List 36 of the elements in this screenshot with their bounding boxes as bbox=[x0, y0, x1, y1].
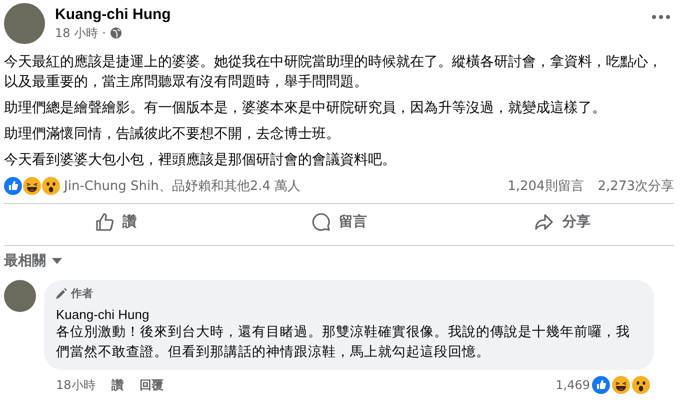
laughing-reaction-icon bbox=[23, 177, 41, 195]
caret-icon bbox=[52, 258, 62, 264]
reply-link[interactable]: 回覆 bbox=[139, 376, 164, 394]
commenter-avatar[interactable] bbox=[4, 280, 36, 312]
share-arrow-icon bbox=[534, 212, 554, 232]
post-paragraph: 今天看到婆婆大包小包，裡頭應該是那個研討會的會議資料吧。 bbox=[4, 151, 397, 170]
comment-button[interactable]: 留言 bbox=[227, 211, 451, 233]
more-options-icon[interactable] bbox=[652, 15, 670, 19]
comment-text: 各位別激動！後來到台大時，還有目睹過。那雙涼鞋確實很像。我說的傳說是十幾年前囉，我們當然不敢查證。但看到那講話的神情跟涼鞋，馬上就勾起這段回憶。 bbox=[56, 323, 631, 362]
speech-bubble-icon bbox=[310, 212, 331, 232]
comment-time[interactable]: 18小時 bbox=[56, 376, 96, 394]
laughing-reaction-icon bbox=[612, 376, 630, 394]
surprised-reaction-icon bbox=[632, 376, 650, 394]
surprised-reaction-icon bbox=[42, 177, 60, 195]
post-paragraph: 今天最紅的應該是捷運上的婆婆。她從我在中研院當助理的時候就在了。縱橫各研討會，拿資料，吃點心，以及最重要的，當主席問聽眾有沒有問題時，舉手問問題。 bbox=[4, 53, 663, 92]
like-reaction-icon bbox=[592, 376, 610, 394]
thumbs-up-icon bbox=[94, 212, 115, 232]
sort-dropdown[interactable]: 最相關 bbox=[4, 252, 62, 270]
author-label: 作者 bbox=[71, 286, 93, 301]
reactors-text[interactable]: Jin-Chung Shih、品妤賴和其他2.4 萬人 bbox=[64, 177, 494, 195]
reaction-count[interactable]: 1,469 bbox=[556, 378, 590, 392]
post-paragraph: 助理們總是繪聲繪影。有一個版本是，婆婆本來是中研院研究員，因為升等沒過，就變成這樣了。 bbox=[4, 99, 607, 118]
like-reaction-icon bbox=[4, 177, 22, 195]
separator-dot: · bbox=[102, 26, 106, 40]
share-button[interactable]: 分享 bbox=[450, 211, 674, 233]
commenter-name[interactable]: Kuang-chi Hung bbox=[56, 307, 642, 322]
like-link[interactable]: 讚 bbox=[111, 376, 124, 394]
share-count[interactable]: 2,273次分享 bbox=[598, 177, 674, 195]
pencil-icon bbox=[56, 288, 67, 299]
comment-count[interactable]: 1,204則留言 bbox=[508, 177, 584, 195]
author-name[interactable]: Kuang-chi Hung bbox=[55, 6, 642, 22]
avatar[interactable] bbox=[4, 3, 45, 44]
globe-icon bbox=[110, 27, 122, 39]
like-button[interactable]: 讚 bbox=[4, 211, 228, 233]
post-time[interactable]: 18 小時 bbox=[55, 24, 98, 42]
post-paragraph: 助理們滿懷同情，告誡彼此不要想不開，去念博士班。 bbox=[4, 125, 341, 144]
